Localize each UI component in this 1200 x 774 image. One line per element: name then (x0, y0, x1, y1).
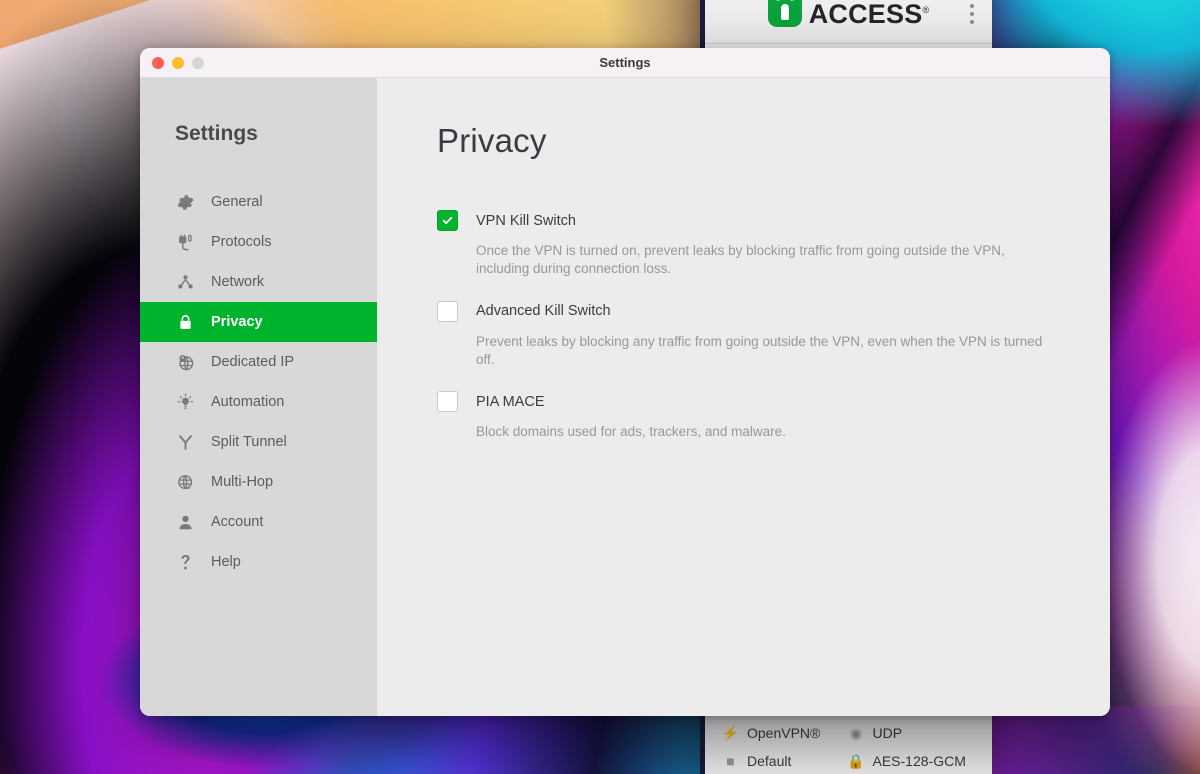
sidebar-item-label: Help (211, 554, 241, 570)
window-title: Settings (599, 55, 651, 70)
sidebar-item-protocols[interactable]: Protocols (140, 222, 377, 262)
lock-small-icon: 🔒 (847, 752, 865, 769)
sidebar-item-multi-hop[interactable]: Multi-Hop (140, 462, 377, 502)
pia-robot-lock-icon (767, 0, 802, 27)
page-title: Privacy (437, 122, 547, 159)
pia-connection-row[interactable]: ⚡ OpenVPN® (721, 724, 849, 742)
advanced-kill-switch-checkbox[interactable] (437, 300, 458, 322)
option-description: Block domains used for ads, trackers, an… (476, 424, 786, 440)
pia-connection-value: Default (747, 753, 792, 769)
pia-connection-value: UDP (872, 725, 903, 741)
traffic-lights (152, 56, 204, 69)
sidebar-item-label: Privacy (211, 314, 263, 330)
option-advanced-kill-switch: Advanced Kill Switch Prevent leaks by bl… (437, 300, 1110, 370)
sidebar-item-label: Automation (211, 394, 285, 410)
lightbulb-icon (175, 392, 195, 412)
window-titlebar[interactable]: Settings (140, 48, 1110, 78)
wallpaper-layer-bottom (0, 706, 1200, 774)
pia-header: Private Internet ACCESS® (705, 0, 992, 44)
settings-content: Privacy VPN Kill Switch Once the VPN is … (377, 78, 1110, 716)
pia-connection-row[interactable]: ◉ UDP (849, 724, 975, 742)
pia-connection-value: OpenVPN® (747, 725, 821, 741)
pia-connection-row[interactable]: ■ Default (723, 753, 849, 769)
split-fork-icon (175, 432, 195, 452)
option-vpn-kill-switch: VPN Kill Switch Once the VPN is turned o… (437, 210, 1110, 279)
desktop: Private Internet ACCESS® CONNECTION ☰ ▮ … (0, 0, 1200, 774)
option-description: Prevent leaks by blocking any traffic fr… (476, 333, 1043, 368)
option-label: PIA MACE (476, 393, 545, 410)
pia-connection-value: AES-128-GCM (872, 753, 966, 769)
sidebar-item-label: Account (211, 514, 264, 530)
person-icon (175, 512, 195, 532)
sidebar-item-dedicated-ip[interactable]: Dedicated IP (140, 342, 377, 382)
sidebar-item-split-tunnel[interactable]: Split Tunnel (140, 422, 377, 462)
vpn-kill-switch-checkbox[interactable] (437, 210, 458, 231)
sidebar-item-network[interactable]: Network (140, 262, 377, 302)
close-button[interactable] (152, 56, 164, 69)
sidebar-item-account[interactable]: Account (140, 502, 377, 542)
option-description: Once the VPN is turned on, prevent leaks… (476, 243, 1005, 277)
option-label: Advanced Kill Switch (476, 303, 611, 320)
window-body: Settings General Protocols Network Priva… (140, 78, 1110, 716)
option-label: VPN Kill Switch (476, 212, 576, 229)
settings-sidebar: Settings General Protocols Network Priva… (140, 78, 377, 716)
sidebar-item-automation[interactable]: Automation (140, 382, 377, 422)
plug-icon (175, 232, 195, 252)
sidebar-item-label: General (211, 194, 263, 210)
globe-arrow-icon (175, 472, 195, 492)
sidebar-item-label: Network (211, 274, 265, 290)
pia-mace-checkbox[interactable] (437, 391, 458, 413)
question-icon (175, 552, 195, 572)
circle-face-icon: ◉ (849, 724, 863, 741)
plug-icon: ⚡ (721, 724, 740, 741)
sidebar-item-label: Split Tunnel (211, 434, 287, 450)
sidebar-item-help[interactable]: Help (140, 542, 377, 582)
pia-logo: Private Internet ACCESS® (767, 0, 930, 29)
minimize-button[interactable] (172, 56, 184, 69)
kebab-menu-icon[interactable] (970, 4, 974, 24)
sidebar-item-privacy[interactable]: Privacy (140, 302, 377, 342)
pia-connection-row[interactable]: 🔒 AES-128-GCM (847, 752, 975, 770)
network-icon (175, 272, 195, 292)
settings-window[interactable]: Settings Settings General Protocols Netw… (140, 48, 1110, 716)
sidebar-item-label: Dedicated IP (211, 354, 295, 370)
sidebar-item-label: Multi-Hop (211, 474, 274, 490)
option-pia-mace: PIA MACE Block domains used for ads, tra… (437, 391, 1110, 441)
pia-connection-grid: ⚡ OpenVPN® ◉ UDP ■ Default 🔒 AES-128-GCM (721, 724, 975, 770)
square-icon: ■ (726, 753, 735, 769)
globe-pin-icon (175, 352, 195, 372)
sidebar-item-general[interactable]: General (140, 182, 377, 222)
pia-logo-line2: ACCESS® (808, 0, 930, 29)
zoom-button (192, 56, 204, 69)
sidebar-item-label: Protocols (211, 234, 272, 250)
lock-icon (175, 312, 195, 332)
gear-icon (175, 192, 195, 212)
sidebar-heading: Settings (175, 122, 258, 145)
